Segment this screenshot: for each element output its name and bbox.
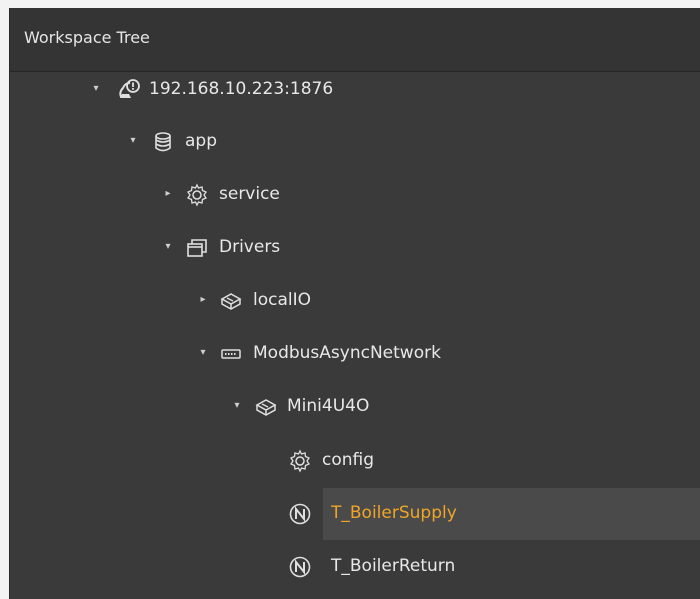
tree-node-label: config — [322, 450, 375, 470]
tree-node-label: Drivers — [219, 237, 281, 257]
tree-node-service[interactable]: ▸ service — [10, 169, 700, 221]
collapse-toggle-icon[interactable]: ▾ — [162, 241, 174, 253]
expand-toggle-icon[interactable]: ▸ — [162, 188, 174, 200]
device-icon — [253, 394, 279, 420]
tree-node-label: localIO — [253, 290, 312, 310]
gear-icon — [287, 448, 313, 474]
panel-header: Workspace Tree — [10, 8, 700, 72]
collapse-toggle-icon[interactable]: ▾ — [197, 347, 209, 359]
tree-node-drivers[interactable]: ▾ Drivers — [10, 222, 700, 274]
panel-title: Workspace Tree — [24, 28, 150, 47]
tree-node-label: Mini4U4O — [287, 396, 370, 416]
collapse-toggle-icon[interactable]: ▾ — [90, 83, 102, 95]
tree-node-localio[interactable]: ▸ localIO — [10, 275, 700, 327]
collapse-toggle-icon[interactable]: ▾ — [127, 135, 139, 147]
tree-node-label: service — [219, 184, 280, 204]
workspace-tree-panel: Workspace Tree ▾ 192.168.10.223:1876 ▾ a… — [9, 8, 700, 599]
folders-icon — [184, 235, 210, 261]
tree-node-label: T_BoilerSupply — [331, 503, 457, 523]
tree-node-label: T_BoilerReturn — [331, 556, 456, 576]
tree-node-label: ModbusAsyncNetwork — [253, 343, 441, 363]
tree-node-t-boilerreturn[interactable]: T_BoilerReturn — [10, 541, 700, 593]
gear-icon — [184, 182, 210, 208]
database-icon — [150, 129, 176, 155]
expand-toggle-icon[interactable]: ▸ — [197, 294, 209, 306]
tree-node-modbus-network[interactable]: ▾ ModbusAsyncNetwork — [10, 328, 700, 380]
tree-node-label: app — [185, 131, 217, 151]
collapse-toggle-icon[interactable]: ▾ — [231, 400, 243, 412]
app-frame: Workspace Tree ▾ 192.168.10.223:1876 ▾ a… — [0, 0, 700, 599]
tree-node-app[interactable]: ▾ app — [10, 116, 700, 168]
tree-node-t-boilersupply[interactable]: T_BoilerSupply — [10, 488, 700, 540]
tree-node-label: 192.168.10.223:1876 — [149, 79, 334, 99]
network-port-icon — [218, 341, 244, 367]
server-alert-icon — [116, 77, 142, 103]
tree-node-config[interactable]: config — [10, 435, 700, 487]
device-icon — [218, 288, 244, 314]
numeric-point-icon — [287, 554, 313, 580]
tree-node-root[interactable]: ▾ 192.168.10.223:1876 — [10, 64, 700, 116]
tree-node-mini4u4o[interactable]: ▾ Mini4U4O — [10, 381, 700, 433]
numeric-point-icon — [287, 501, 313, 527]
